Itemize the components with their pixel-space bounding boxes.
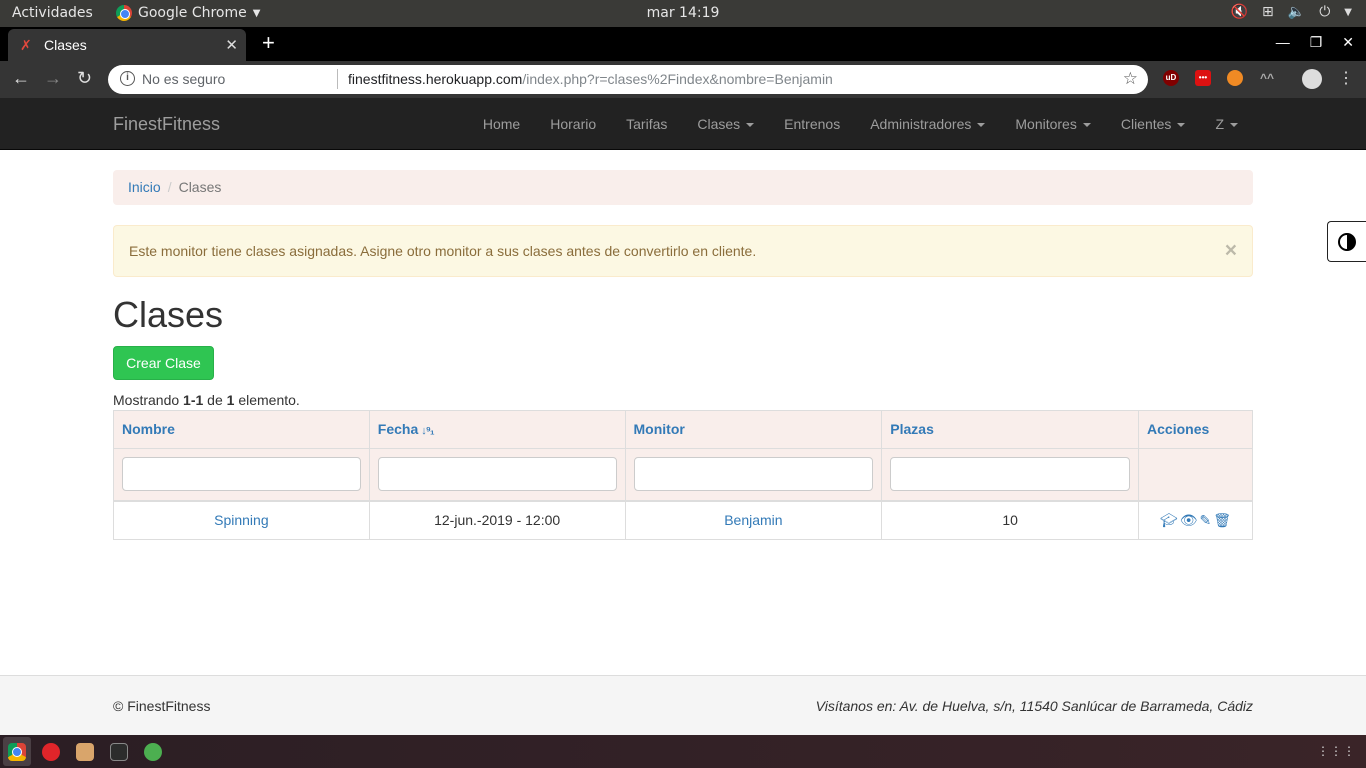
alert-message: Este monitor tiene clases asignadas. Asi… <box>129 243 757 259</box>
opera-dock-icon[interactable] <box>42 743 60 761</box>
files-dock-icon[interactable] <box>76 743 94 761</box>
lastpass-extension-icon[interactable]: ••• <box>1195 70 1211 86</box>
grid-summary: Mostrando 1-1 de 1 elemento. <box>113 392 300 408</box>
footer-address: Visítanos en: Av. de Huelva, s/n, 11540 … <box>815 698 1253 714</box>
filter-monitor-input[interactable] <box>633 457 874 492</box>
mute-icon: 🔇 <box>1230 4 1249 20</box>
url-divider <box>337 69 338 89</box>
breadcrumb: Inicio / Clases <box>113 170 1253 205</box>
breadcrumb-current: Clases <box>178 179 222 195</box>
brand-link[interactable]: FinestFitness <box>113 114 220 135</box>
dumbbell-favicon-icon: ✗ <box>20 37 32 53</box>
reload-icon[interactable]: ↻ <box>77 68 92 89</box>
filter-plazas-input[interactable] <box>890 457 1131 492</box>
pencil-icon[interactable]: ✎ <box>1200 512 1212 529</box>
tab-strip: ✗ Clases ✕ + — ❐ ✕ <box>0 27 1366 61</box>
url-text[interactable]: finestfitness.herokuapp.com/index.php?r=… <box>348 71 833 87</box>
close-icon[interactable]: × <box>1225 240 1237 261</box>
system-top-bar: Actividades Google Chrome ▼ mar 14:19 🔇 … <box>0 0 1366 27</box>
close-icon[interactable]: ✕ <box>225 36 238 54</box>
page-footer: © FinestFitness Visítanos en: Av. de Hue… <box>0 675 1366 735</box>
table-row: Spinning 12-jun.-2019 - 12:00 Benjamin 1… <box>113 500 1253 540</box>
security-status[interactable]: No es seguro <box>142 71 225 87</box>
back-icon[interactable]: ← <box>12 68 30 89</box>
nav-item-administradores[interactable]: Administradores <box>855 98 1000 149</box>
tab-clases[interactable]: ✗ Clases ✕ <box>8 29 246 61</box>
classes-table: Nombre Fecha ↓⁹₁ Monitor Plazas Acciones … <box>113 410 1253 540</box>
clock[interactable]: mar 14:19 <box>0 5 1366 21</box>
column-header-nombre[interactable]: Nombre <box>113 410 370 449</box>
ublock-extension-icon[interactable]: uD <box>1163 70 1179 86</box>
profile-avatar[interactable] <box>1302 69 1322 89</box>
create-class-button[interactable]: Crear Clase <box>113 346 214 380</box>
nav-item-horario[interactable]: Horario <box>535 98 611 149</box>
table-header-row: Nombre Fecha ↓⁹₁ Monitor Plazas Acciones <box>113 410 1253 449</box>
contrast-toggle-button[interactable] <box>1327 221 1366 262</box>
row-actions: 🎓︎ 👁︎ ✎ 🗑︎ <box>1138 500 1253 540</box>
chrome-dock-icon[interactable] <box>8 743 26 761</box>
caret-down-icon <box>977 123 986 128</box>
breadcrumb-separator: / <box>167 179 172 195</box>
trash-icon[interactable]: 🗑︎ <box>1213 512 1231 529</box>
breadcrumb-home-link[interactable]: Inicio <box>128 179 161 195</box>
nav-item-user[interactable]: Z <box>1200 98 1253 149</box>
nav-item-clientes[interactable]: Clientes <box>1106 98 1201 149</box>
class-name-link[interactable]: Spinning <box>214 512 269 528</box>
info-icon[interactable]: i <box>120 71 135 86</box>
app-navbar: FinestFitness Home Horario Tarifas Clase… <box>0 98 1366 150</box>
nav-menu: Home Horario Tarifas Clases Entrenos Adm… <box>468 98 1253 149</box>
monitor-link[interactable]: Benjamin <box>724 512 782 528</box>
system-dock: ⋮⋮⋮ <box>0 735 1366 768</box>
filter-row <box>113 448 1253 502</box>
close-window-icon[interactable]: ✕ <box>1342 34 1354 51</box>
page-title: Clases <box>113 294 224 335</box>
nav-item-clases[interactable]: Clases <box>682 98 769 149</box>
nav-item-monitores[interactable]: Monitores <box>1000 98 1105 149</box>
more-menu-icon[interactable]: ⋮ <box>1338 68 1354 88</box>
volume-icon: 🔈 <box>1287 4 1306 20</box>
nav-item-tarifas[interactable]: Tarifas <box>611 98 682 149</box>
column-header-acciones: Acciones <box>1138 410 1253 449</box>
address-bar[interactable]: i No es seguro finestfitness.herokuapp.c… <box>108 65 1148 94</box>
power-icon: ⏻ <box>1319 4 1331 20</box>
class-seats: 10 <box>881 500 1140 540</box>
class-date: 12-jun.-2019 - 12:00 <box>368 500 626 540</box>
bookmark-star-icon[interactable]: ☆ <box>1123 69 1138 89</box>
new-tab-button[interactable]: + <box>262 30 275 56</box>
forward-icon[interactable]: → <box>44 68 62 89</box>
extension-icon[interactable] <box>1227 70 1243 86</box>
contrast-icon <box>1338 233 1356 251</box>
graduation-cap-icon[interactable]: 🎓︎ <box>1160 512 1178 529</box>
filter-nombre-input[interactable] <box>122 457 361 492</box>
caret-down-icon <box>746 123 755 128</box>
caret-down-icon <box>1230 123 1238 128</box>
filter-fecha-input[interactable] <box>377 457 617 492</box>
network-icon: ⊞ <box>1262 4 1274 20</box>
window-controls: — ❐ ✕ <box>1276 34 1354 51</box>
warning-alert: Este monitor tiene clases asignadas. Asi… <box>113 225 1253 277</box>
column-header-plazas[interactable]: Plazas <box>881 410 1140 449</box>
show-apps-icon[interactable]: ⋮⋮⋮ <box>1317 744 1356 758</box>
caret-down-icon <box>1082 123 1091 128</box>
browser-toolbar: ← → ↻ i No es seguro finestfitness.herok… <box>0 61 1366 98</box>
sort-asc-icon: ↓⁹₁ <box>421 425 434 437</box>
column-header-monitor[interactable]: Monitor <box>624 410 883 449</box>
chevron-down-icon: ▼ <box>1344 7 1352 18</box>
terminal-dock-icon[interactable] <box>110 743 128 761</box>
wave-extension-icon[interactable]: ^^ <box>1259 70 1275 86</box>
footer-copyright: © FinestFitness <box>113 698 211 714</box>
system-tray[interactable]: 🔇 ⊞ 🔈 ⏻ ▼ <box>1231 4 1352 20</box>
app-dock-icon[interactable] <box>144 743 162 761</box>
tab-title: Clases <box>44 37 87 53</box>
column-header-fecha[interactable]: Fecha ↓⁹₁ <box>368 410 626 449</box>
eye-icon[interactable]: 👁︎ <box>1180 512 1198 529</box>
minimize-icon[interactable]: — <box>1276 34 1290 51</box>
nav-item-entrenos[interactable]: Entrenos <box>769 98 855 149</box>
restore-icon[interactable]: ❐ <box>1310 34 1323 51</box>
nav-item-home[interactable]: Home <box>468 98 535 149</box>
caret-down-icon <box>1177 123 1186 128</box>
